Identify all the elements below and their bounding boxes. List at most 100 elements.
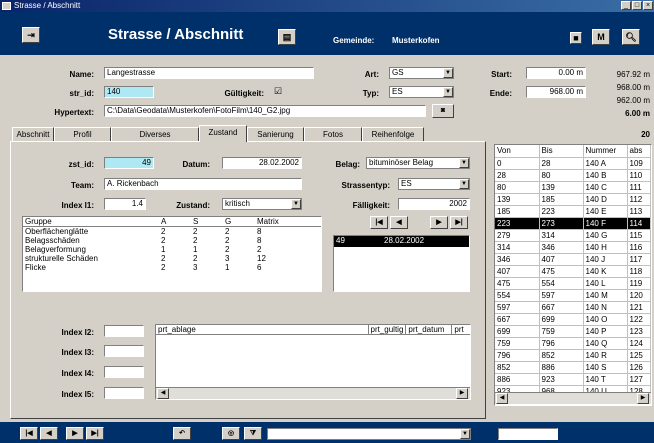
datum-field[interactable]: 28.02.2002 bbox=[222, 157, 302, 169]
cell: 111 bbox=[627, 181, 651, 194]
table-row[interactable]: 407 475 140 K 118 bbox=[495, 265, 651, 278]
team-field[interactable]: A. Rickenbach bbox=[104, 178, 302, 190]
faelligkeit-field[interactable]: 2002 bbox=[398, 198, 470, 210]
table-row[interactable]: 80 139 140 C 111 bbox=[495, 181, 651, 194]
index5-field[interactable] bbox=[104, 387, 144, 399]
table-row[interactable]: 759 796 140 Q 124 bbox=[495, 337, 651, 350]
table-row[interactable]: 475 554 140 L 119 bbox=[495, 277, 651, 290]
index3-field[interactable] bbox=[104, 345, 144, 357]
exit-button[interactable]: ⇥ bbox=[22, 27, 40, 43]
cell: 0 bbox=[495, 157, 540, 170]
chevron-down-icon[interactable]: ▼ bbox=[443, 68, 453, 78]
footer-first-button[interactable]: |◀ bbox=[20, 427, 38, 440]
footer-field[interactable] bbox=[498, 428, 558, 440]
table-row[interactable]: 554 597 140 M 120 bbox=[495, 289, 651, 302]
zustand-select[interactable]: kritisch ▼ bbox=[222, 198, 302, 210]
chevron-down-icon[interactable]: ▼ bbox=[443, 87, 453, 97]
footer-next-button[interactable]: ▶ bbox=[66, 427, 84, 440]
close-button[interactable]: × bbox=[643, 1, 653, 10]
stop-icon-button[interactable]: ■ bbox=[570, 32, 582, 44]
ablage-grid[interactable]: prt_ablage prt_gultig prt_datum prt ◀ ▶ bbox=[155, 324, 471, 400]
tab-sanierung[interactable]: Sanierung bbox=[247, 127, 304, 141]
table-row[interactable]: 597 667 140 N 121 bbox=[495, 301, 651, 314]
preview-icon-button[interactable]: 🔍︎ bbox=[622, 29, 640, 45]
cell: 597 bbox=[495, 301, 540, 314]
search-select[interactable]: ▼ bbox=[267, 428, 471, 440]
belag-select[interactable]: bituminöser Belag ▼ bbox=[366, 157, 470, 169]
footer-prev-button[interactable]: ◀ bbox=[40, 427, 58, 440]
scroll-right-icon[interactable]: ▶ bbox=[456, 388, 468, 399]
table-row[interactable]: Belagsschäden 2 2 2 8 bbox=[23, 236, 321, 245]
typ-select[interactable]: ES ▼ bbox=[389, 86, 454, 98]
matrix-grid[interactable]: Gruppe A S G Matrix Oberflächenglätte 2 2 2… bbox=[22, 216, 322, 292]
tab-fotos[interactable]: Fotos bbox=[304, 127, 362, 141]
chevron-down-icon[interactable]: ▼ bbox=[459, 179, 469, 189]
zustand-list[interactable]: 49 28.02.2002 bbox=[333, 235, 470, 292]
minimize-button[interactable]: _ bbox=[621, 1, 631, 10]
strid-field[interactable]: 140 bbox=[104, 86, 154, 98]
scroll-left-icon[interactable]: ◀ bbox=[157, 388, 169, 399]
table-row[interactable]: 314 346 140 H 116 bbox=[495, 241, 651, 254]
abschnitt-h-scrollbar[interactable]: ◀ ▶ bbox=[495, 392, 651, 404]
table-row[interactable]: 28 80 140 B 110 bbox=[495, 169, 651, 182]
table-row[interactable]: 886 923 140 T 127 bbox=[495, 373, 651, 386]
table-row[interactable]: 699 759 140 P 123 bbox=[495, 325, 651, 338]
hypertext-field[interactable]: C:\Data\Geodata\Musterkofen\FotoFilm\140… bbox=[104, 105, 426, 117]
undo-icon-button[interactable]: ↶ bbox=[173, 427, 191, 440]
table-row[interactable]: Oberflächenglätte 2 2 2 8 bbox=[23, 227, 321, 237]
scroll-left-icon[interactable]: ◀ bbox=[496, 393, 508, 404]
ende-field[interactable]: 968.00 m bbox=[526, 86, 586, 98]
abschnitt-list[interactable]: Von Bis Nummer abs 0 28 140 A 109 28 80 140 B1… bbox=[494, 144, 652, 406]
list-icon-button[interactable]: ▤ bbox=[278, 29, 296, 45]
index1-field[interactable]: 1.4 bbox=[104, 198, 146, 210]
name-field[interactable]: Langestrasse bbox=[104, 67, 314, 79]
last-record-button[interactable]: ▶| bbox=[450, 216, 468, 229]
next-record-button[interactable]: ▶ bbox=[430, 216, 448, 229]
gueltigkeit-checkbox[interactable]: ☑ bbox=[274, 86, 282, 97]
cell: 140 G bbox=[583, 229, 628, 242]
table-row[interactable]: 0 28 140 A 109 bbox=[495, 157, 651, 170]
tab-profil[interactable]: Profil bbox=[54, 127, 111, 141]
binoculars-icon-button[interactable]: ◎ bbox=[222, 427, 240, 440]
table-row[interactable]: 279 314 140 G 115 bbox=[495, 229, 651, 242]
chevron-down-icon[interactable]: ▼ bbox=[460, 429, 470, 439]
tab-diverses[interactable]: Diverses bbox=[111, 127, 199, 141]
restore-button[interactable]: □ bbox=[632, 1, 642, 10]
cell: 554 bbox=[495, 289, 540, 302]
table-row[interactable]: Belagverformung 1 1 2 2 bbox=[23, 245, 321, 254]
tab-reihenfolge[interactable]: Reihenfolge bbox=[362, 127, 424, 141]
table-row[interactable]: Flicke 2 3 1 6 bbox=[23, 263, 321, 272]
table-row[interactable]: 667 699 140 O 122 bbox=[495, 313, 651, 326]
table-row[interactable]: 852 886 140 S 126 bbox=[495, 361, 651, 374]
cell: 140 H bbox=[583, 241, 628, 254]
table-row[interactable]: 139 185 140 D 112 bbox=[495, 193, 651, 206]
camera-icon-button[interactable]: ◙ bbox=[432, 104, 454, 118]
tab-zustand[interactable]: Zustand bbox=[199, 125, 247, 142]
filter-icon-button[interactable]: ⧩ bbox=[244, 427, 262, 440]
zstid-field[interactable]: 49 bbox=[104, 157, 154, 169]
table-row[interactable]: 796 852 140 R 125 bbox=[495, 349, 651, 362]
table-row[interactable]: 185 223 140 E 113 bbox=[495, 205, 651, 218]
scroll-right-icon[interactable]: ▶ bbox=[637, 393, 649, 404]
table-row[interactable]: 223 273 140 F 114 bbox=[495, 217, 651, 230]
prev-record-button[interactable]: ◀ bbox=[390, 216, 408, 229]
chevron-down-icon[interactable]: ▼ bbox=[459, 158, 469, 168]
index2-field[interactable] bbox=[104, 325, 144, 337]
strassentyp-select[interactable]: ES ▼ bbox=[398, 178, 470, 190]
table-row[interactable]: strukturelle Schäden 2 2 3 12 bbox=[23, 254, 321, 263]
list-item[interactable]: 49 28.02.2002 bbox=[334, 236, 469, 247]
index4-label: Index I4: bbox=[61, 369, 94, 378]
table-row[interactable]: 346 407 140 J 117 bbox=[495, 253, 651, 266]
map-icon-button[interactable]: M bbox=[592, 29, 610, 45]
cell: 796 bbox=[539, 337, 584, 350]
art-select[interactable]: GS ▼ bbox=[389, 67, 454, 79]
first-record-button[interactable]: |◀ bbox=[370, 216, 388, 229]
start-field[interactable]: 0.00 m bbox=[526, 67, 586, 79]
cell: 667 bbox=[539, 301, 584, 314]
footer-last-button[interactable]: ▶| bbox=[86, 427, 104, 440]
cell: 2 bbox=[161, 263, 166, 272]
cell: 923 bbox=[539, 373, 584, 386]
ablage-h-scrollbar[interactable]: ◀ ▶ bbox=[156, 387, 470, 399]
index4-field[interactable] bbox=[104, 366, 144, 378]
tab-abschnitt[interactable]: Abschnitt bbox=[12, 127, 54, 141]
